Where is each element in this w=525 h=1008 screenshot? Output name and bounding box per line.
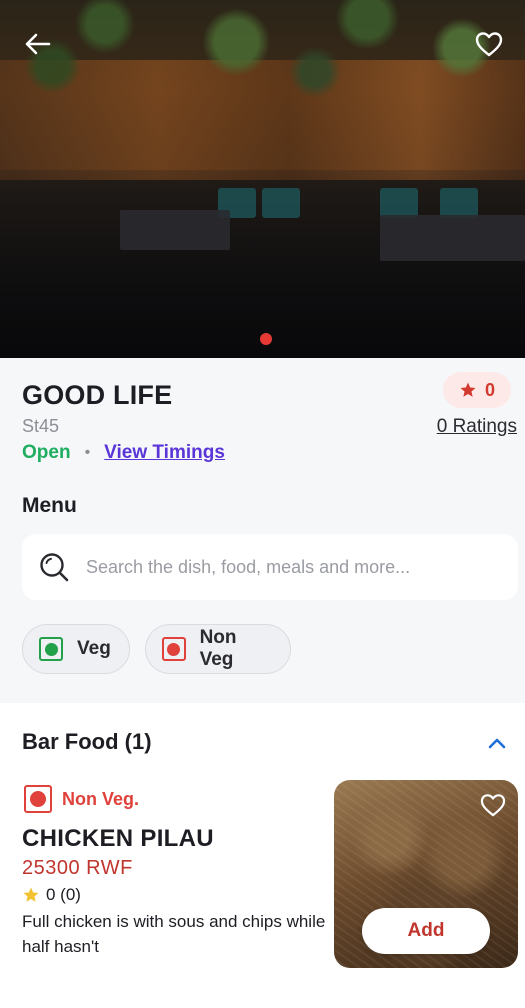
back-button[interactable] bbox=[18, 24, 58, 64]
separator-dot: • bbox=[84, 444, 91, 461]
rating-value: 0 bbox=[484, 379, 495, 400]
heart-outline-icon bbox=[480, 794, 506, 817]
search-input[interactable] bbox=[86, 556, 506, 578]
hero-image bbox=[0, 0, 525, 358]
item-price: 25300 RWF bbox=[22, 857, 133, 879]
hero-chair bbox=[380, 188, 418, 218]
nonveg-mark-icon bbox=[162, 637, 186, 661]
hero-plants bbox=[0, 0, 525, 120]
star-icon bbox=[23, 887, 39, 902]
hero-chair bbox=[440, 188, 478, 218]
add-button[interactable]: Add bbox=[362, 908, 490, 954]
nonveg-mark-icon bbox=[24, 785, 52, 813]
item-name: CHICKEN PILAU bbox=[22, 825, 214, 852]
open-status: Open bbox=[22, 442, 71, 463]
item-image[interactable]: Add bbox=[334, 780, 518, 968]
view-timings-link[interactable]: View Timings bbox=[104, 442, 225, 464]
hero-table bbox=[380, 215, 525, 261]
hero-chair bbox=[262, 188, 300, 218]
search-bar[interactable] bbox=[22, 534, 518, 600]
favorite-button[interactable] bbox=[469, 24, 509, 64]
restaurant-name: GOOD LIFE bbox=[22, 380, 173, 410]
chevron-up-icon bbox=[488, 738, 506, 749]
search-icon bbox=[40, 553, 69, 582]
arrow-left-icon bbox=[25, 33, 51, 55]
restaurant-info: GOOD LIFE St45 Open • View Timings 0 0 R… bbox=[0, 358, 525, 703]
carousel-indicator[interactable] bbox=[260, 333, 272, 345]
star-icon bbox=[460, 382, 476, 397]
hero-table bbox=[120, 210, 230, 250]
filter-nonveg-chip[interactable]: Non Veg bbox=[145, 624, 291, 674]
restaurant-code: St45 bbox=[22, 416, 60, 436]
item-type: Non Veg. bbox=[62, 789, 140, 809]
filter-veg-chip[interactable]: Veg bbox=[22, 624, 130, 674]
ratings-link[interactable]: 0 Ratings bbox=[437, 416, 517, 438]
item-rating: 0 (0) bbox=[22, 885, 81, 905]
category-section: Bar Food (1) Non Veg. CHICKEN PILAU 2530… bbox=[0, 703, 525, 1008]
filter-nonveg-label: Non Veg bbox=[199, 627, 237, 670]
filter-veg-label: Veg bbox=[77, 638, 111, 659]
veg-mark-icon bbox=[39, 637, 63, 661]
item-rating-value: 0 (0) bbox=[46, 885, 81, 904]
category-title: Bar Food (1) bbox=[22, 729, 152, 754]
menu-title: Menu bbox=[22, 494, 77, 517]
item-favorite-button[interactable] bbox=[478, 790, 508, 820]
item-description: Full chicken is with sous and chips whil… bbox=[22, 912, 326, 956]
collapse-button[interactable] bbox=[481, 727, 513, 759]
status-row: Open • View Timings bbox=[22, 442, 225, 464]
rating-badge: 0 bbox=[443, 372, 511, 408]
heart-outline-icon bbox=[475, 32, 503, 57]
